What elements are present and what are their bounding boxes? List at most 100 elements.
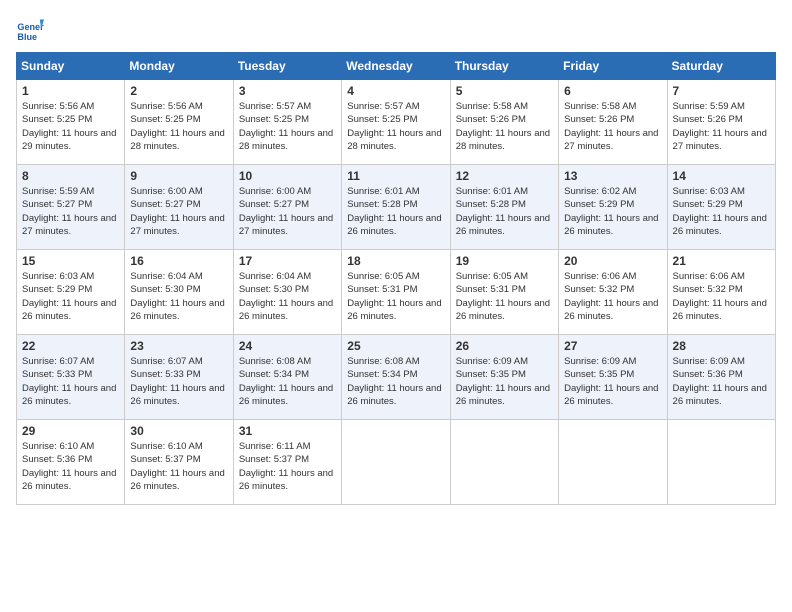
day-info: Sunrise: 5:56 AMSunset: 5:25 PMDaylight:… [130, 101, 224, 152]
calendar-cell: 6 Sunrise: 5:58 AMSunset: 5:26 PMDayligh… [559, 80, 667, 165]
calendar-cell: 16 Sunrise: 6:04 AMSunset: 5:30 PMDaylig… [125, 250, 233, 335]
calendar-cell [342, 420, 450, 505]
day-number: 27 [564, 339, 661, 353]
calendar-cell: 2 Sunrise: 5:56 AMSunset: 5:25 PMDayligh… [125, 80, 233, 165]
day-number: 11 [347, 169, 444, 183]
calendar-cell: 24 Sunrise: 6:08 AMSunset: 5:34 PMDaylig… [233, 335, 341, 420]
logo: General Blue [16, 16, 48, 44]
svg-text:Blue: Blue [17, 32, 37, 42]
calendar-cell: 9 Sunrise: 6:00 AMSunset: 5:27 PMDayligh… [125, 165, 233, 250]
calendar-cell: 4 Sunrise: 5:57 AMSunset: 5:25 PMDayligh… [342, 80, 450, 165]
day-info: Sunrise: 5:59 AMSunset: 5:26 PMDaylight:… [673, 101, 767, 152]
calendar-cell: 3 Sunrise: 5:57 AMSunset: 5:25 PMDayligh… [233, 80, 341, 165]
day-number: 13 [564, 169, 661, 183]
day-info: Sunrise: 6:04 AMSunset: 5:30 PMDaylight:… [239, 271, 333, 322]
day-info: Sunrise: 6:03 AMSunset: 5:29 PMDaylight:… [673, 186, 767, 237]
calendar-cell: 20 Sunrise: 6:06 AMSunset: 5:32 PMDaylig… [559, 250, 667, 335]
calendar-cell: 23 Sunrise: 6:07 AMSunset: 5:33 PMDaylig… [125, 335, 233, 420]
day-number: 1 [22, 84, 119, 98]
day-info: Sunrise: 6:04 AMSunset: 5:30 PMDaylight:… [130, 271, 224, 322]
col-header-sunday: Sunday [17, 53, 125, 80]
calendar-cell: 14 Sunrise: 6:03 AMSunset: 5:29 PMDaylig… [667, 165, 775, 250]
day-info: Sunrise: 5:57 AMSunset: 5:25 PMDaylight:… [239, 101, 333, 152]
day-number: 8 [22, 169, 119, 183]
day-info: Sunrise: 5:59 AMSunset: 5:27 PMDaylight:… [22, 186, 116, 237]
calendar-cell: 27 Sunrise: 6:09 AMSunset: 5:35 PMDaylig… [559, 335, 667, 420]
day-info: Sunrise: 6:09 AMSunset: 5:36 PMDaylight:… [673, 356, 767, 407]
day-number: 6 [564, 84, 661, 98]
calendar-cell: 29 Sunrise: 6:10 AMSunset: 5:36 PMDaylig… [17, 420, 125, 505]
day-number: 31 [239, 424, 336, 438]
day-info: Sunrise: 6:05 AMSunset: 5:31 PMDaylight:… [456, 271, 550, 322]
day-number: 24 [239, 339, 336, 353]
calendar-cell: 28 Sunrise: 6:09 AMSunset: 5:36 PMDaylig… [667, 335, 775, 420]
calendar-cell: 10 Sunrise: 6:00 AMSunset: 5:27 PMDaylig… [233, 165, 341, 250]
day-info: Sunrise: 6:10 AMSunset: 5:36 PMDaylight:… [22, 441, 116, 492]
day-number: 20 [564, 254, 661, 268]
day-number: 21 [673, 254, 770, 268]
calendar-cell: 22 Sunrise: 6:07 AMSunset: 5:33 PMDaylig… [17, 335, 125, 420]
calendar-cell: 12 Sunrise: 6:01 AMSunset: 5:28 PMDaylig… [450, 165, 558, 250]
day-number: 15 [22, 254, 119, 268]
col-header-saturday: Saturday [667, 53, 775, 80]
day-info: Sunrise: 6:09 AMSunset: 5:35 PMDaylight:… [456, 356, 550, 407]
day-info: Sunrise: 6:07 AMSunset: 5:33 PMDaylight:… [22, 356, 116, 407]
day-info: Sunrise: 6:08 AMSunset: 5:34 PMDaylight:… [239, 356, 333, 407]
calendar-week-row: 29 Sunrise: 6:10 AMSunset: 5:36 PMDaylig… [17, 420, 776, 505]
day-number: 25 [347, 339, 444, 353]
day-info: Sunrise: 6:03 AMSunset: 5:29 PMDaylight:… [22, 271, 116, 322]
day-number: 18 [347, 254, 444, 268]
day-info: Sunrise: 5:58 AMSunset: 5:26 PMDaylight:… [564, 101, 658, 152]
calendar-cell: 1 Sunrise: 5:56 AMSunset: 5:25 PMDayligh… [17, 80, 125, 165]
day-number: 3 [239, 84, 336, 98]
col-header-friday: Friday [559, 53, 667, 80]
day-info: Sunrise: 6:10 AMSunset: 5:37 PMDaylight:… [130, 441, 224, 492]
day-number: 23 [130, 339, 227, 353]
calendar-cell: 11 Sunrise: 6:01 AMSunset: 5:28 PMDaylig… [342, 165, 450, 250]
day-number: 7 [673, 84, 770, 98]
calendar-cell: 31 Sunrise: 6:11 AMSunset: 5:37 PMDaylig… [233, 420, 341, 505]
calendar-cell: 7 Sunrise: 5:59 AMSunset: 5:26 PMDayligh… [667, 80, 775, 165]
calendar-week-row: 15 Sunrise: 6:03 AMSunset: 5:29 PMDaylig… [17, 250, 776, 335]
svg-text:General: General [17, 22, 44, 32]
day-info: Sunrise: 6:07 AMSunset: 5:33 PMDaylight:… [130, 356, 224, 407]
calendar-cell: 25 Sunrise: 6:08 AMSunset: 5:34 PMDaylig… [342, 335, 450, 420]
day-info: Sunrise: 5:56 AMSunset: 5:25 PMDaylight:… [22, 101, 116, 152]
day-number: 22 [22, 339, 119, 353]
col-header-monday: Monday [125, 53, 233, 80]
day-info: Sunrise: 6:02 AMSunset: 5:29 PMDaylight:… [564, 186, 658, 237]
day-info: Sunrise: 6:06 AMSunset: 5:32 PMDaylight:… [564, 271, 658, 322]
calendar-week-row: 8 Sunrise: 5:59 AMSunset: 5:27 PMDayligh… [17, 165, 776, 250]
calendar-cell: 17 Sunrise: 6:04 AMSunset: 5:30 PMDaylig… [233, 250, 341, 335]
col-header-wednesday: Wednesday [342, 53, 450, 80]
calendar-cell: 21 Sunrise: 6:06 AMSunset: 5:32 PMDaylig… [667, 250, 775, 335]
day-number: 29 [22, 424, 119, 438]
calendar-cell [450, 420, 558, 505]
calendar-cell: 18 Sunrise: 6:05 AMSunset: 5:31 PMDaylig… [342, 250, 450, 335]
col-header-thursday: Thursday [450, 53, 558, 80]
day-number: 2 [130, 84, 227, 98]
calendar-week-row: 1 Sunrise: 5:56 AMSunset: 5:25 PMDayligh… [17, 80, 776, 165]
day-info: Sunrise: 6:09 AMSunset: 5:35 PMDaylight:… [564, 356, 658, 407]
calendar-cell: 13 Sunrise: 6:02 AMSunset: 5:29 PMDaylig… [559, 165, 667, 250]
day-info: Sunrise: 6:00 AMSunset: 5:27 PMDaylight:… [239, 186, 333, 237]
day-info: Sunrise: 6:06 AMSunset: 5:32 PMDaylight:… [673, 271, 767, 322]
day-info: Sunrise: 5:57 AMSunset: 5:25 PMDaylight:… [347, 101, 441, 152]
day-info: Sunrise: 6:11 AMSunset: 5:37 PMDaylight:… [239, 441, 333, 492]
day-info: Sunrise: 6:01 AMSunset: 5:28 PMDaylight:… [456, 186, 550, 237]
calendar-week-row: 22 Sunrise: 6:07 AMSunset: 5:33 PMDaylig… [17, 335, 776, 420]
day-number: 14 [673, 169, 770, 183]
calendar-cell: 19 Sunrise: 6:05 AMSunset: 5:31 PMDaylig… [450, 250, 558, 335]
calendar-cell: 8 Sunrise: 5:59 AMSunset: 5:27 PMDayligh… [17, 165, 125, 250]
calendar-cell: 30 Sunrise: 6:10 AMSunset: 5:37 PMDaylig… [125, 420, 233, 505]
day-info: Sunrise: 6:01 AMSunset: 5:28 PMDaylight:… [347, 186, 441, 237]
day-number: 10 [239, 169, 336, 183]
day-info: Sunrise: 5:58 AMSunset: 5:26 PMDaylight:… [456, 101, 550, 152]
day-number: 26 [456, 339, 553, 353]
calendar-cell: 15 Sunrise: 6:03 AMSunset: 5:29 PMDaylig… [17, 250, 125, 335]
day-number: 17 [239, 254, 336, 268]
day-number: 9 [130, 169, 227, 183]
day-info: Sunrise: 6:00 AMSunset: 5:27 PMDaylight:… [130, 186, 224, 237]
calendar-cell [559, 420, 667, 505]
col-header-tuesday: Tuesday [233, 53, 341, 80]
